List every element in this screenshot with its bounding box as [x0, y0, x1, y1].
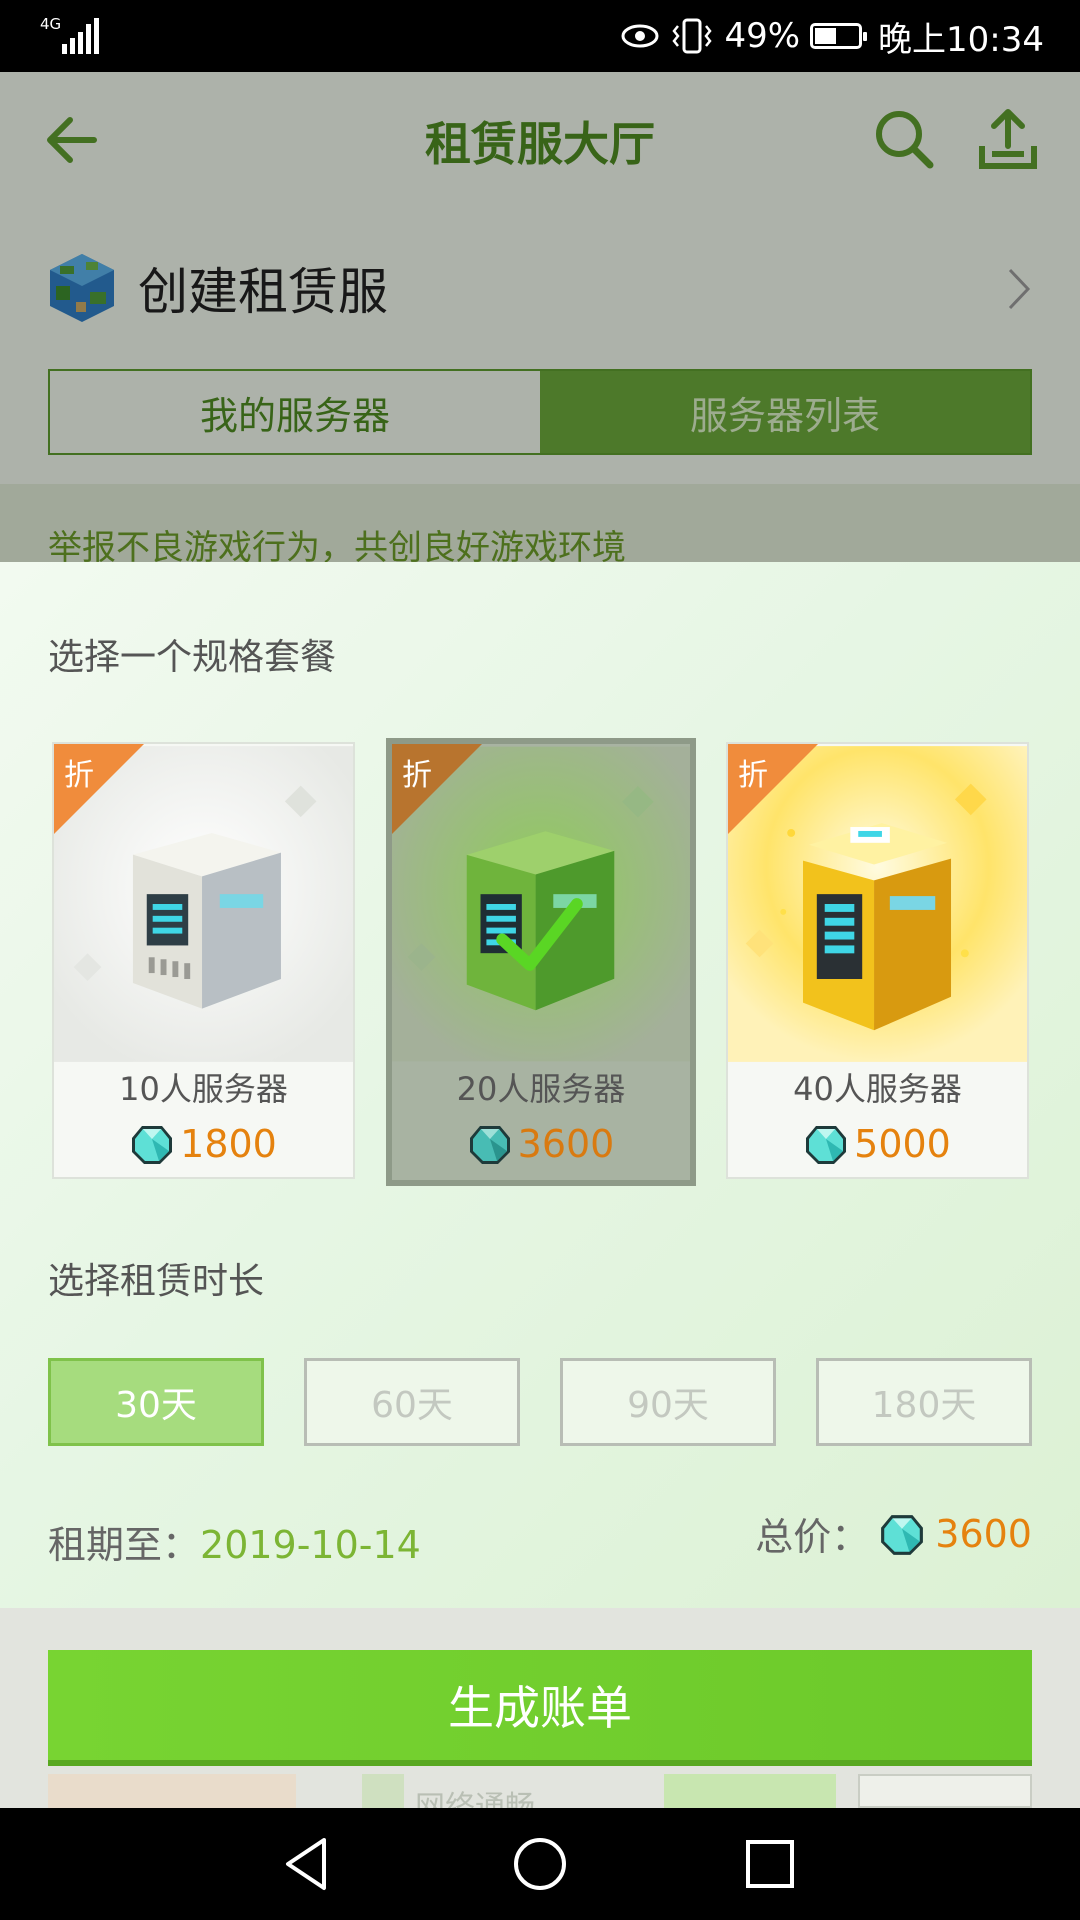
package-name: 20人服务器	[456, 1070, 626, 1108]
peek-button	[664, 1774, 836, 1808]
peek-button	[858, 1774, 1032, 1808]
peek-network-icon	[362, 1774, 404, 1808]
package-name: 10人服务器	[119, 1070, 288, 1108]
battery-level	[815, 28, 837, 44]
package-name: 40人服务器	[793, 1070, 962, 1108]
recents-square-icon[interactable]	[738, 1832, 802, 1896]
signal-icon	[62, 18, 99, 54]
back-triangle-icon[interactable]	[276, 1832, 340, 1896]
battery-percent: 49%	[724, 16, 801, 56]
duration-option-90[interactable]: 90天	[560, 1358, 776, 1446]
peek-thumbnail	[48, 1774, 296, 1808]
total-price: 总价： 3600	[755, 1506, 1032, 1561]
package-card-20[interactable]: 折 20人服务器 3600	[386, 738, 696, 1186]
package-price-value: 5000	[854, 1122, 951, 1166]
duration-option-30[interactable]: 30天	[48, 1358, 264, 1446]
diamond-icon	[132, 1126, 173, 1164]
diamond-icon	[469, 1126, 510, 1164]
duration-option-180[interactable]: 180天	[816, 1358, 1032, 1446]
lease-end: 租期至：2019-10-14	[48, 1514, 421, 1569]
duration-section-title: 选择租赁时长	[48, 1261, 265, 1302]
peek-network-text: 网络通畅	[415, 1790, 535, 1808]
eye-icon	[621, 24, 659, 48]
discount-tag-text: 折	[64, 758, 94, 793]
package-price-value: 3600	[517, 1122, 615, 1166]
lease-end-label: 租期至：	[48, 1523, 201, 1567]
total-price-value: 3600	[935, 1511, 1032, 1556]
battery-icon	[810, 23, 868, 49]
package-price: 1800	[54, 1122, 353, 1166]
diamond-icon	[881, 1514, 924, 1555]
status-bar: 4G 49% 晚上10:34	[0, 0, 1080, 72]
diamond-icon	[806, 1126, 847, 1164]
status-right: 49% 晚上10:34	[620, 14, 1044, 60]
generate-bill-button[interactable]: 生成账单	[48, 1650, 1032, 1766]
purchase-sheet: 选择一个规格套餐 折 10人服务器 1800 折 20人服务器 3600 折 4…	[0, 562, 1080, 1608]
package-price: 5000	[728, 1122, 1027, 1166]
sheet-footer: 生成账单 网络通畅	[0, 1608, 1080, 1808]
clock: 晚上10:34	[878, 19, 1044, 60]
home-circle-icon[interactable]	[508, 1832, 572, 1896]
package-price-value: 1800	[180, 1122, 277, 1166]
total-price-label: 总价：	[755, 1515, 870, 1559]
lease-end-date: 2019-10-14	[200, 1523, 421, 1567]
package-price: 3600	[392, 1122, 690, 1166]
package-section-title: 选择一个规格套餐	[48, 637, 337, 678]
package-card-10[interactable]: 折 10人服务器 1800	[52, 742, 355, 1179]
modal-scrim[interactable]	[0, 72, 1080, 562]
system-nav-bar	[0, 1808, 1080, 1920]
package-card-40[interactable]: 折 40人服务器 5000	[726, 742, 1029, 1179]
duration-option-60[interactable]: 60天	[304, 1358, 520, 1446]
vibrate-icon	[672, 18, 713, 54]
discount-tag-text: 折	[402, 758, 432, 793]
discount-tag-text: 折	[738, 758, 768, 793]
